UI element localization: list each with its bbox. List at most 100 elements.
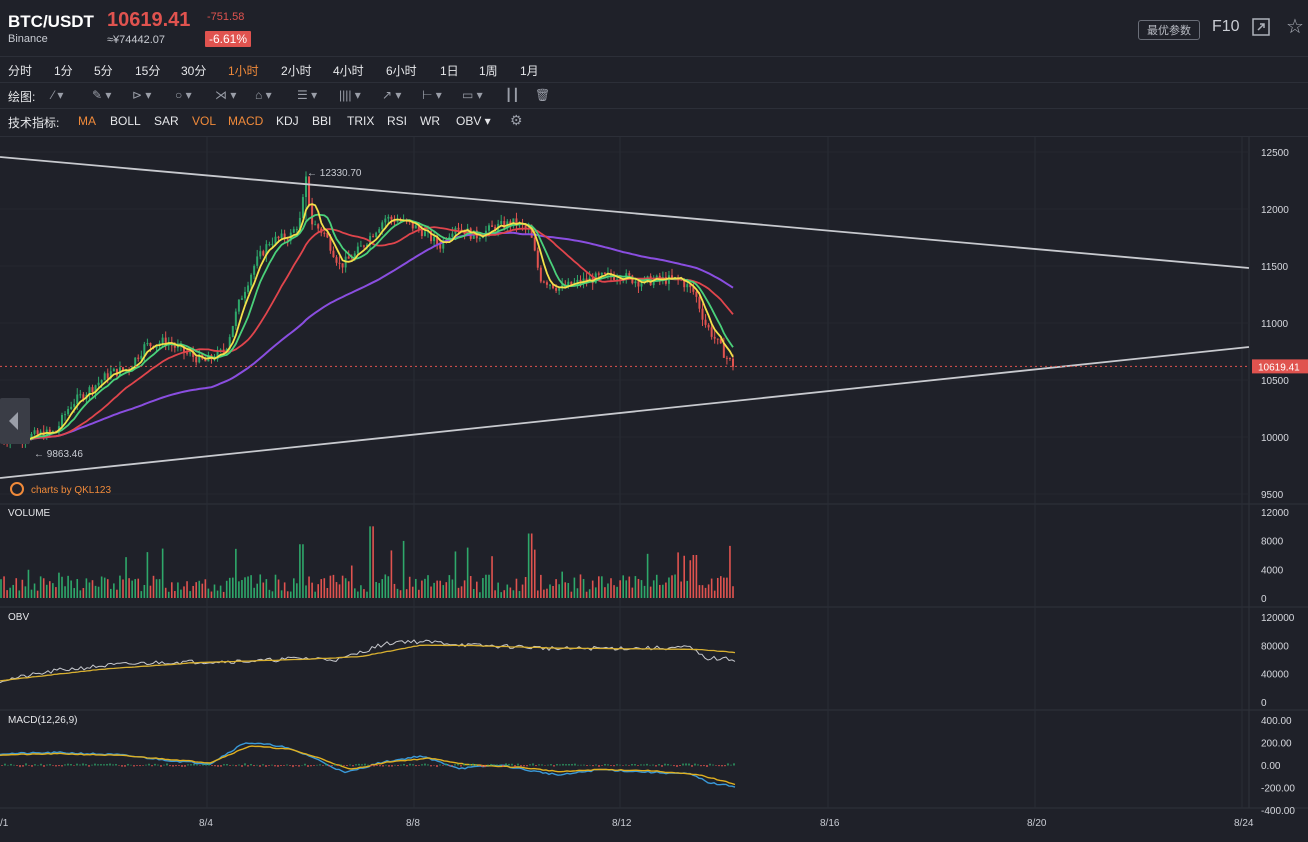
- volume-bar: [625, 580, 628, 598]
- macd-bar: [196, 764, 198, 766]
- candle-body: [698, 296, 701, 309]
- bars-tool-icon[interactable]: |||| ▾: [339, 88, 361, 102]
- volume-bar: [698, 585, 701, 598]
- macd-bar: [532, 763, 534, 766]
- volume-bar: [289, 591, 292, 598]
- interval-tab-9[interactable]: 1日: [440, 62, 459, 79]
- fork-tool-icon[interactable]: ⋊ ▾: [215, 88, 236, 102]
- interval-tab-10[interactable]: 1周: [479, 62, 498, 79]
- volume-bar: [241, 579, 243, 598]
- macd-bar: [313, 765, 315, 766]
- interval-tab-4[interactable]: 30分: [181, 62, 206, 79]
- macd-bar: [160, 765, 162, 767]
- volume-bar: [100, 576, 103, 598]
- measure-tool-icon[interactable]: ⊢ ▾: [422, 88, 442, 102]
- macd-bar: [526, 765, 528, 767]
- favorite-star-icon[interactable]: ☆: [1286, 14, 1304, 39]
- macd-bar: [523, 765, 525, 767]
- interval-tab-11[interactable]: 1月: [520, 62, 539, 79]
- indicator-10[interactable]: OBV ▾: [456, 114, 491, 128]
- macd-bar: [412, 764, 414, 766]
- candle-body: [244, 291, 246, 299]
- volume-bar: [469, 576, 472, 598]
- macd-bar: [487, 764, 489, 766]
- macd-bar: [247, 765, 249, 767]
- macd-bar: [634, 764, 636, 766]
- indicator-bar: 技术指标: MA BOLL SAR VOL MACD KDJ BBI TRIX RSI WR OBV…: [0, 108, 1308, 137]
- indicator-6[interactable]: BBI: [312, 114, 331, 128]
- macd-bar: [622, 765, 624, 766]
- interval-tab-2[interactable]: 5分: [94, 62, 113, 79]
- macd-bar: [571, 763, 573, 766]
- interval-tab-1[interactable]: 1分: [54, 62, 73, 79]
- line-tool-icon[interactable]: ⁄ ▾: [52, 88, 63, 102]
- channel-tool-icon[interactable]: ⊳ ▾: [132, 88, 151, 102]
- interval-tab-8[interactable]: 6小时: [386, 62, 417, 79]
- trash-icon[interactable]: 🗑: [535, 88, 550, 102]
- volume-bar: [683, 555, 685, 598]
- candle-body: [640, 283, 643, 287]
- candle-body: [603, 272, 606, 274]
- macd-bar: [58, 765, 60, 767]
- volume-bar: [125, 557, 127, 598]
- macd-bar: [325, 763, 327, 766]
- volume-bar: [85, 578, 88, 598]
- indicator-3[interactable]: VOL: [192, 114, 216, 128]
- volume-bar: [286, 591, 289, 598]
- interval-tab-7[interactable]: 4小时: [333, 62, 364, 79]
- macd-bar: [391, 765, 393, 767]
- indicator-8[interactable]: RSI: [387, 114, 407, 128]
- volume-bar: [262, 582, 265, 598]
- f10-button[interactable]: F10: [1212, 18, 1240, 36]
- macd-bar: [646, 763, 648, 766]
- indicator-9[interactable]: WR: [420, 114, 440, 128]
- volume-bar: [494, 590, 496, 598]
- candle-body: [600, 272, 603, 275]
- macd-bar: [451, 765, 453, 767]
- arrow-tool-icon[interactable]: ↗ ▾: [382, 88, 401, 102]
- fib-tool-icon[interactable]: ☰ ▾: [297, 88, 317, 102]
- pattern-tool-icon[interactable]: ⌂ ▾: [255, 88, 272, 102]
- volume-bar: [686, 580, 689, 598]
- candle-body: [277, 236, 280, 239]
- best-params-button[interactable]: 最优参数: [1138, 20, 1200, 40]
- interval-tab-6[interactable]: 2小时: [281, 62, 312, 79]
- candle-body: [341, 263, 344, 268]
- interval-tab-3[interactable]: 15分: [135, 62, 160, 79]
- indicator-2[interactable]: SAR: [154, 114, 179, 128]
- interval-tab-0[interactable]: 分时: [8, 62, 32, 79]
- indicator-1[interactable]: BOLL: [110, 114, 141, 128]
- volume-bar: [97, 586, 100, 598]
- volume-bar: [338, 584, 341, 598]
- macd-bar: [664, 763, 666, 766]
- candle-body: [347, 256, 350, 259]
- volume-bar: [357, 591, 359, 598]
- volume-bar: [726, 577, 728, 598]
- volume-bar: [232, 577, 234, 598]
- volume-bar: [448, 575, 451, 598]
- fullscreen-icon[interactable]: [1252, 18, 1270, 36]
- macd-bar: [22, 765, 24, 767]
- indicator-4[interactable]: MACD: [228, 114, 263, 128]
- macd-bar: [235, 765, 237, 767]
- volume-bar: [472, 588, 475, 598]
- candle-body: [36, 430, 39, 435]
- indicator-5[interactable]: KDJ: [276, 114, 299, 128]
- macd-bar: [223, 764, 225, 766]
- indicator-7[interactable]: TRIX: [347, 114, 374, 128]
- circle-tool-icon[interactable]: ○ ▾: [175, 88, 192, 102]
- price-chart-area[interactable]: /1 8/4 8/8 8/12 8/16 8/20 8/24 12500 12000 11500 1…: [0, 136, 1308, 836]
- volume-bar: [332, 574, 335, 598]
- note-tool-icon[interactable]: ▭ ▾: [462, 88, 483, 102]
- volume-bar: [274, 574, 277, 598]
- interval-tab-5[interactable]: 1小时: [228, 62, 259, 79]
- volume-bar: [186, 581, 188, 598]
- macd-bar: [604, 763, 606, 766]
- indicator-tool-icon[interactable]: ┃┃: [505, 88, 519, 102]
- indicator-0[interactable]: MA: [78, 114, 96, 128]
- macd-bar: [217, 765, 219, 767]
- candle-body: [671, 275, 673, 278]
- macd-bar: [724, 765, 726, 767]
- pen-tool-icon[interactable]: ✎ ▾: [92, 88, 111, 102]
- settings-gear-icon[interactable]: ⚙: [510, 112, 523, 129]
